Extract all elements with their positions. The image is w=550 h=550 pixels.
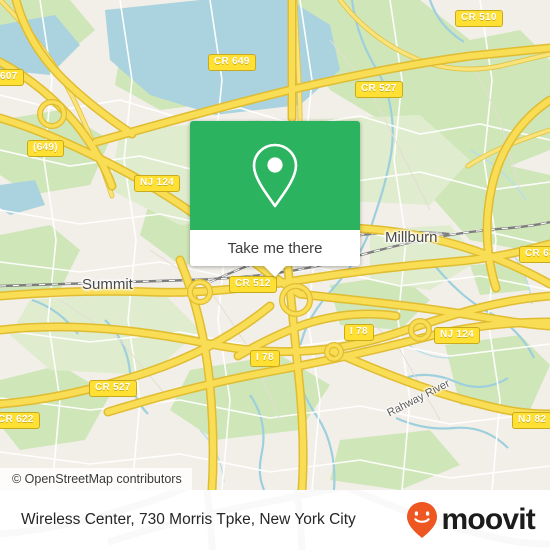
map-pin-icon (252, 143, 298, 207)
place-label: Summit (82, 276, 133, 293)
card-icon-panel (190, 121, 360, 230)
place-label: Millburn (385, 229, 438, 246)
location-title: Wireless Center, 730 Morris Tpke, New Yo… (21, 511, 356, 528)
moovit-pin-smiley-icon (407, 502, 438, 538)
moovit-logo[interactable]: moovit (406, 501, 536, 539)
moovit-wordmark: moovit (441, 503, 535, 536)
footer-bar: Wireless Center, 730 Morris Tpke, New Yo… (0, 490, 550, 550)
map-screenshot: CR 510CR 649CR 527607(649)NJ 124CR 63CR … (0, 0, 550, 550)
map-attribution[interactable]: © OpenStreetMap contributors (0, 468, 192, 490)
card-pointer-tail (263, 265, 287, 277)
location-info-card[interactable]: Take me there (190, 121, 360, 277)
river-label: Rahway River (385, 377, 452, 420)
take-me-there-button[interactable]: Take me there (190, 230, 360, 277)
take-me-there-label: Take me there (227, 239, 323, 257)
map-canvas[interactable]: CR 510CR 649CR 527607(649)NJ 124CR 63CR … (0, 0, 550, 490)
